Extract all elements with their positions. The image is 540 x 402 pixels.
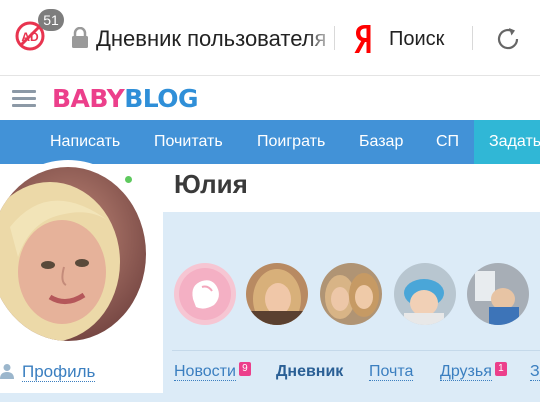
- nav-item-read[interactable]: Почитать: [154, 120, 223, 164]
- toolbar-divider: [334, 26, 335, 50]
- ask-question-button[interactable]: Задать вопрос: [474, 120, 540, 164]
- site-header: BABYBLOG: [0, 77, 540, 120]
- tab-mail-label: Почта: [369, 363, 414, 381]
- lock-icon: [72, 27, 88, 48]
- friend-avatar[interactable]: [320, 263, 382, 325]
- profile-link[interactable]: Профиль: [22, 360, 96, 384]
- browser-toolbar: AD 51 Дневник пользователя Поиск: [0, 0, 540, 76]
- toolbar-divider: [472, 26, 473, 50]
- logo-blog: BLOG: [124, 84, 199, 113]
- tab-news[interactable]: Новости 9: [174, 360, 251, 384]
- tab-friends[interactable]: Друзья 1: [440, 360, 507, 384]
- nav-item-bazaar[interactable]: Базар: [359, 120, 403, 164]
- nav-item-play[interactable]: Поиграть: [257, 120, 325, 164]
- address-bar-text[interactable]: Дневник пользователя: [96, 22, 331, 56]
- friend-avatar[interactable]: [246, 263, 308, 325]
- babyblog-logo[interactable]: BABYBLOG: [52, 84, 199, 114]
- main-nav: Написать Почитать Поиграть Базар СП Зада…: [0, 120, 540, 164]
- tab-mail[interactable]: Почта: [369, 360, 414, 384]
- tab-news-label: Новости: [174, 363, 236, 381]
- user-icon: [0, 364, 14, 379]
- logo-baby: BABY: [52, 84, 125, 113]
- online-status-dot: [125, 176, 132, 183]
- profile-panel-bottom: [0, 393, 540, 402]
- search-label[interactable]: Поиск: [389, 22, 444, 56]
- tab-diary[interactable]: Дневник: [276, 360, 343, 384]
- tab-diary-label: Дневник: [276, 363, 344, 380]
- yandex-icon[interactable]: [354, 23, 376, 55]
- friends-badge: 1: [494, 362, 507, 376]
- friend-avatar[interactable]: [467, 263, 529, 325]
- profile-link-label: Профиль: [22, 362, 96, 382]
- tabs-divider: [172, 350, 540, 351]
- hamburger-menu-icon[interactable]: [12, 90, 36, 108]
- nav-item-sp[interactable]: СП: [436, 120, 459, 164]
- tab-more-label: З: [530, 363, 540, 381]
- news-badge: 9: [238, 362, 251, 376]
- ad-block-counter: 51: [38, 9, 64, 31]
- reload-icon[interactable]: [494, 25, 522, 53]
- tab-more[interactable]: З: [530, 360, 540, 384]
- ask-question-label: Задать вопрос: [489, 133, 540, 150]
- user-name: Юлия: [174, 169, 248, 199]
- nav-item-write[interactable]: Написать: [50, 120, 120, 164]
- friend-avatar[interactable]: [394, 263, 456, 325]
- address-fade: [306, 20, 336, 58]
- friend-avatar[interactable]: [174, 263, 236, 325]
- tab-friends-label: Друзья: [440, 363, 492, 381]
